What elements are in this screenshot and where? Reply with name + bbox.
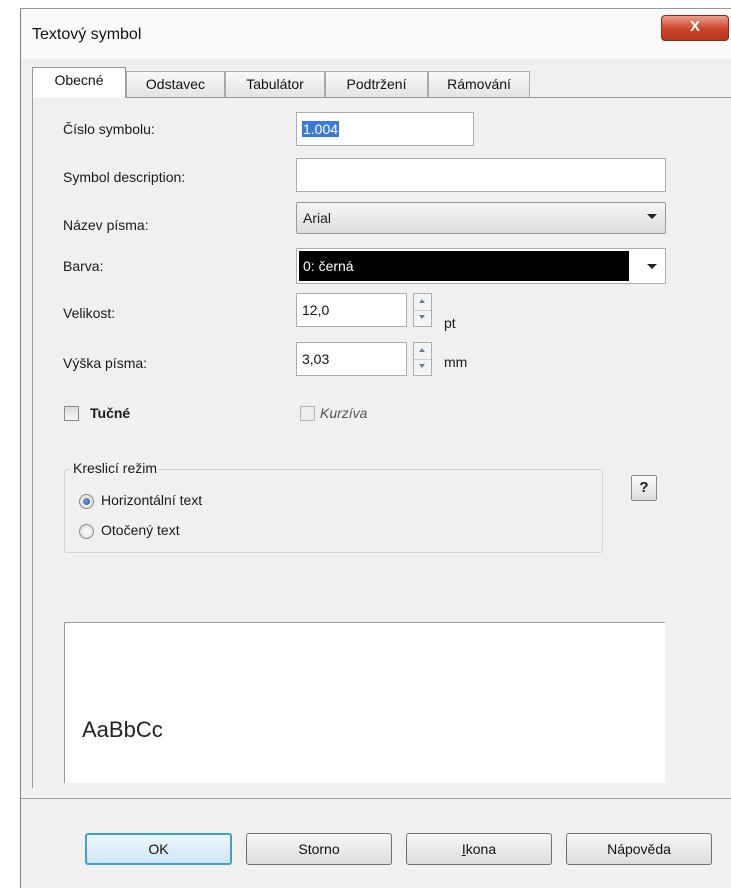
question-icon: ? [639,479,649,496]
radio-rotated-label: Otočený text [101,522,180,538]
font-name-dropdown[interactable]: Arial [296,202,666,234]
text-symbol-dialog: Textový symbol X Obecné Odstavec Tabulát… [20,8,731,888]
symbol-number-input[interactable]: 1.004 [296,112,474,146]
size-input[interactable]: 12,0 [296,293,407,327]
font-name-label: Název písma: [63,217,149,233]
close-icon: X [689,18,700,35]
size-label: Velikost: [63,305,116,321]
spin-up-icon[interactable] [414,343,431,359]
radio-rotated-text[interactable] [79,524,94,539]
font-height-unit: mm [444,354,468,370]
radio-horizontal-label: Horizontální text [101,492,203,508]
tab-tabulator[interactable]: Tabulátor [225,71,325,97]
radio-horizontal-text[interactable] [79,494,94,509]
chevron-down-icon [647,214,657,219]
help-button[interactable]: ? [631,475,657,501]
color-label: Barva: [63,258,104,274]
font-height-label: Výška písma: [63,355,148,371]
symbol-number-label: Číslo symbolu: [63,121,155,137]
chevron-down-icon [647,264,657,269]
window-title: Textový symbol [32,26,142,43]
ok-button[interactable]: OK [85,833,232,865]
title-bar: Textový symbol X [21,9,731,59]
font-name-value: Arial [303,210,332,226]
size-unit: pt [444,315,456,331]
spin-down-icon[interactable] [414,359,431,376]
tab-underline[interactable]: Podtržení [325,71,428,97]
tab-general[interactable]: Obecné [32,67,126,98]
bold-checkbox[interactable] [64,406,79,421]
tab-paragraph[interactable]: Odstavec [126,71,225,97]
italic-checkbox[interactable] [300,406,315,421]
font-height-input[interactable]: 3,03 [296,342,407,376]
tab-framing[interactable]: Rámování [428,71,530,97]
close-button[interactable]: X [661,15,729,41]
preview-sample-text: AaBbCc [82,717,163,742]
symbol-description-input[interactable] [296,158,666,192]
italic-label: Kurzíva [320,405,368,421]
symbol-description-label: Symbol description: [63,169,186,185]
color-swatch: 0: černá [299,251,629,281]
cancel-button[interactable]: Storno [246,833,392,865]
drawing-mode-group: Kreslicí režim Horizontální text Otočený… [64,460,603,553]
font-preview: AaBbCc [64,622,665,783]
icon-button[interactable]: Ikona [406,833,552,865]
color-value: 0: černá [303,258,354,274]
spin-up-icon[interactable] [414,294,431,310]
symbol-number-value: 1.004 [302,121,340,137]
color-dropdown[interactable]: 0: černá [296,248,666,284]
icon-button-label: kona [465,841,497,857]
font-height-spinner[interactable] [413,342,432,376]
help-text-button[interactable]: Nápověda [566,833,712,865]
spin-down-icon[interactable] [414,310,431,327]
drawing-mode-legend: Kreslicí režim [71,460,160,476]
bold-label: Tučné [90,405,131,421]
size-spinner[interactable] [413,293,432,327]
button-bar-divider [21,798,731,799]
